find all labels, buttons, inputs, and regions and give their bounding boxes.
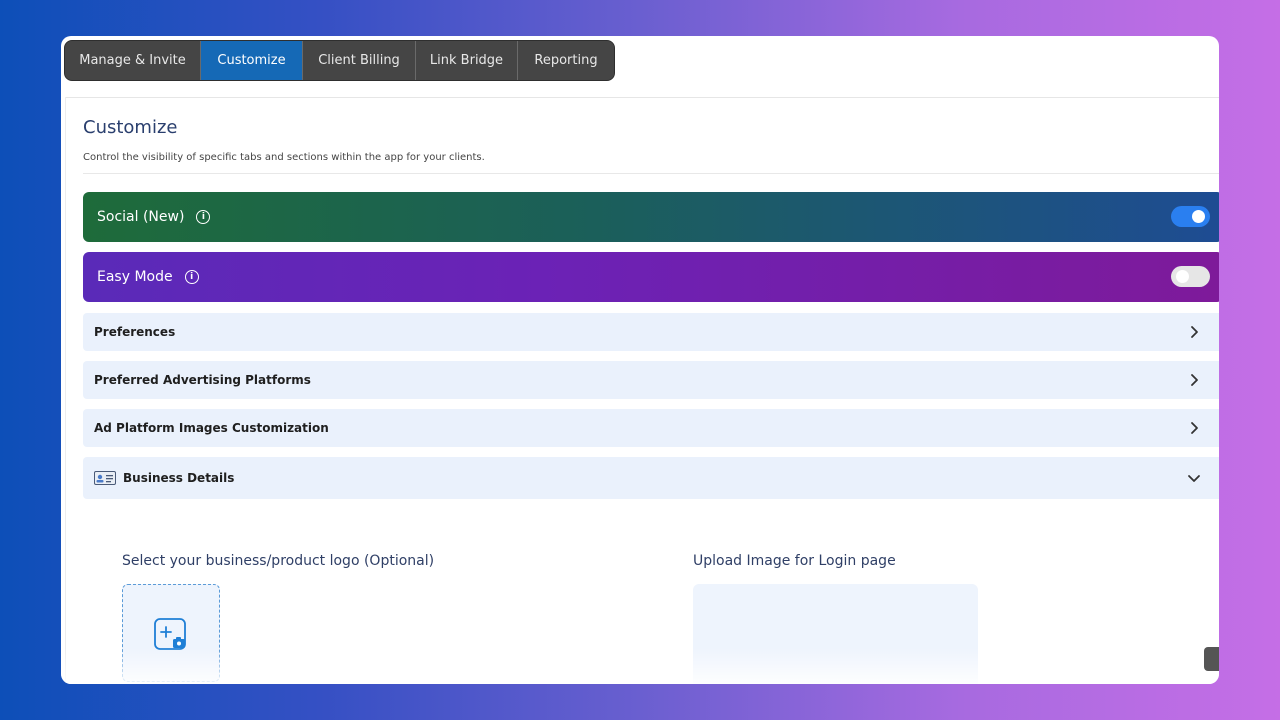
page-subtitle: Control the visibility of specific tabs … (83, 152, 485, 163)
info-icon[interactable]: i (196, 210, 211, 224)
tab-manage-invite[interactable]: Manage & Invite (65, 41, 201, 80)
tab-customize[interactable]: Customize (201, 41, 303, 80)
tab-reporting[interactable]: Reporting (518, 41, 614, 80)
divider (65, 97, 66, 684)
accordion-label: Business Details (123, 471, 235, 485)
easy-mode-toggle[interactable] (1171, 266, 1210, 287)
scroll-button[interactable] (1204, 647, 1219, 671)
accordion-preferences[interactable]: Preferences (83, 313, 1219, 351)
app-window: Manage & Invite Customize Client Billing… (61, 36, 1219, 684)
divider (83, 173, 1219, 174)
chevron-right-icon (1191, 374, 1198, 386)
tab-bar: Manage & Invite Customize Client Billing… (64, 40, 615, 81)
social-label: Social (New) (97, 209, 185, 225)
logo-field-label: Select your business/product logo (Optio… (122, 553, 435, 569)
tab-link-bridge[interactable]: Link Bridge (416, 41, 518, 80)
divider (65, 97, 1219, 98)
id-card-icon (94, 471, 116, 485)
tab-client-billing[interactable]: Client Billing (303, 41, 416, 80)
accordion-label: Preferences (94, 325, 176, 339)
social-toggle[interactable] (1171, 206, 1210, 227)
social-banner: Social (New) i (83, 192, 1219, 242)
easy-mode-banner: Easy Mode i (83, 252, 1219, 302)
accordion-business-details[interactable]: Business Details (83, 457, 1219, 499)
scroll-fade (61, 648, 1219, 684)
login-image-field-label: Upload Image for Login page (693, 553, 896, 569)
accordion-label: Preferred Advertising Platforms (94, 373, 311, 387)
accordion-label: Ad Platform Images Customization (94, 421, 329, 435)
easy-mode-label: Easy Mode (97, 269, 173, 285)
toggle-knob (1192, 210, 1205, 223)
accordion-ad-platform-images[interactable]: Ad Platform Images Customization (83, 409, 1219, 447)
chevron-down-icon (1188, 475, 1200, 482)
toggle-knob (1176, 270, 1189, 283)
chevron-right-icon (1191, 422, 1198, 434)
page-title: Customize (83, 117, 178, 138)
info-icon[interactable]: i (184, 270, 199, 284)
accordion-preferred-advertising-platforms[interactable]: Preferred Advertising Platforms (83, 361, 1219, 399)
chevron-right-icon (1191, 326, 1198, 338)
